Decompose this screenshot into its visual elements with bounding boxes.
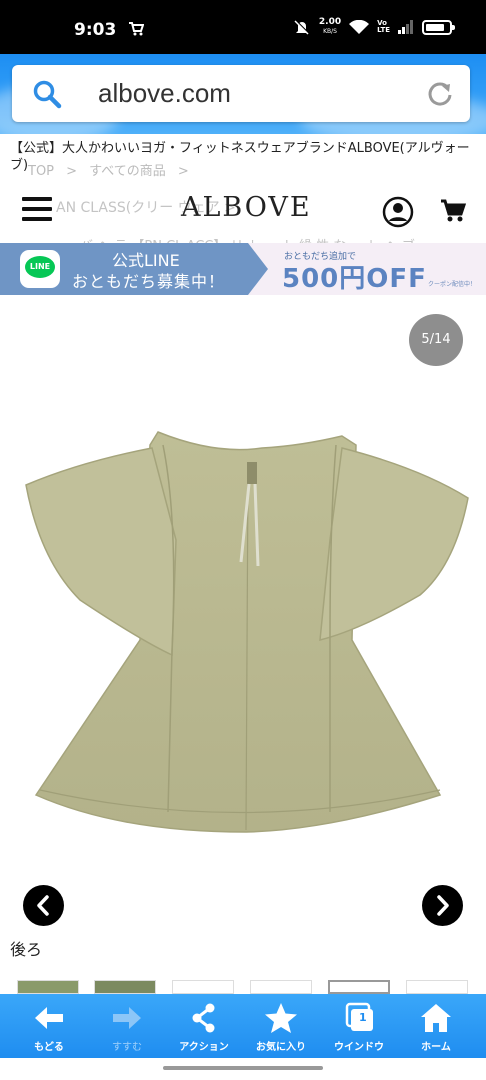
wifi-icon xyxy=(349,19,370,34)
action-label: アクション xyxy=(179,1042,229,1053)
window-label: ウインドウ xyxy=(334,1042,384,1053)
browser-toolbar: もどる すすむ アクション お気に入り 1 ウインドウ ホーム xyxy=(0,994,486,1058)
thumbnail-strip xyxy=(17,980,477,994)
system-nav-bar xyxy=(0,1058,486,1080)
address-bar[interactable]: albove.com xyxy=(12,65,470,122)
site-logo[interactable]: ALBOVE xyxy=(181,192,312,223)
thumbnail[interactable] xyxy=(94,980,156,994)
status-bar: 9:03 2.00 KB/S Vo LTE xyxy=(0,0,486,54)
url-text[interactable]: albove.com xyxy=(98,78,231,109)
banner-offer-amount: 500円OFF xyxy=(282,264,427,294)
user-account-icon[interactable] xyxy=(382,196,414,228)
chevron-left-icon xyxy=(37,895,49,916)
thumbnail[interactable] xyxy=(172,980,234,994)
product-image xyxy=(25,431,469,833)
window-count-badge: 1 xyxy=(359,1011,367,1024)
back-button[interactable]: もどる xyxy=(11,994,87,1058)
banner-offer-note: クーポン配信中！ xyxy=(428,281,477,288)
search-icon[interactable] xyxy=(32,79,62,109)
chevron-right-icon xyxy=(437,895,449,916)
image-caption: 後ろ xyxy=(10,940,43,959)
battery-icon xyxy=(422,19,455,35)
thumbnail[interactable] xyxy=(250,980,312,994)
favorites-button[interactable]: お気に入り xyxy=(243,994,319,1058)
window-button[interactable]: 1 ウインドウ xyxy=(321,994,397,1058)
volte-bottom: LTE xyxy=(377,26,390,34)
line-friend-banner[interactable]: LINE 公式LINE おともだち募集中！ おともだち追加で 500円OFF ク… xyxy=(0,243,486,295)
home-button[interactable]: ホーム xyxy=(398,994,474,1058)
share-icon xyxy=(192,1003,215,1033)
next-image-button[interactable] xyxy=(422,885,463,926)
reload-icon[interactable] xyxy=(426,79,454,107)
net-speed: 2.00 KB/S xyxy=(319,18,341,36)
net-speed-value: 2.00 xyxy=(318,17,342,27)
arrow-right-icon xyxy=(113,1007,141,1029)
forward-button[interactable]: すすむ xyxy=(89,994,165,1058)
product-image-gallery[interactable] xyxy=(0,296,486,926)
image-counter-badge: 5/14 xyxy=(409,314,463,366)
back-label: もどる xyxy=(34,1042,64,1053)
thumbnail[interactable] xyxy=(17,980,79,994)
home-icon xyxy=(421,1004,451,1032)
clock: 9:03 xyxy=(74,20,117,40)
thumbnail[interactable] xyxy=(328,980,390,994)
banner-subtitle: おともだち募集中！ xyxy=(72,272,226,291)
home-label: ホーム xyxy=(421,1042,451,1053)
volte-indicator: Vo LTE xyxy=(377,20,390,34)
forward-label: すすむ xyxy=(112,1042,142,1053)
previous-image-button[interactable] xyxy=(23,885,64,926)
shopping-cart-notification-icon xyxy=(129,22,144,36)
net-speed-unit: KB/S xyxy=(323,28,337,35)
line-app-icon: LINE xyxy=(20,250,60,288)
gesture-handle[interactable] xyxy=(163,1066,323,1070)
screen: 9:03 2.00 KB/S Vo LTE albove.com 【公式】大人か… xyxy=(0,0,486,1080)
arrow-left-icon xyxy=(35,1007,63,1029)
signal-icon xyxy=(398,20,413,34)
menu-icon[interactable] xyxy=(22,197,52,227)
site-header: ALBOVE xyxy=(0,182,486,240)
star-icon xyxy=(265,1003,297,1033)
favorites-label: お気に入り xyxy=(256,1042,306,1053)
cart-icon[interactable] xyxy=(440,198,466,224)
status-icons: 2.00 KB/S Vo LTE xyxy=(293,18,455,36)
breadcrumb[interactable]: TOP > すべての商品 > xyxy=(28,160,189,179)
line-logo-text: LINE xyxy=(29,262,51,271)
bell-muted-icon xyxy=(294,19,310,35)
thumbnail[interactable] xyxy=(406,980,468,994)
action-button[interactable]: アクション xyxy=(166,994,242,1058)
browser-header: albove.com xyxy=(0,54,486,144)
